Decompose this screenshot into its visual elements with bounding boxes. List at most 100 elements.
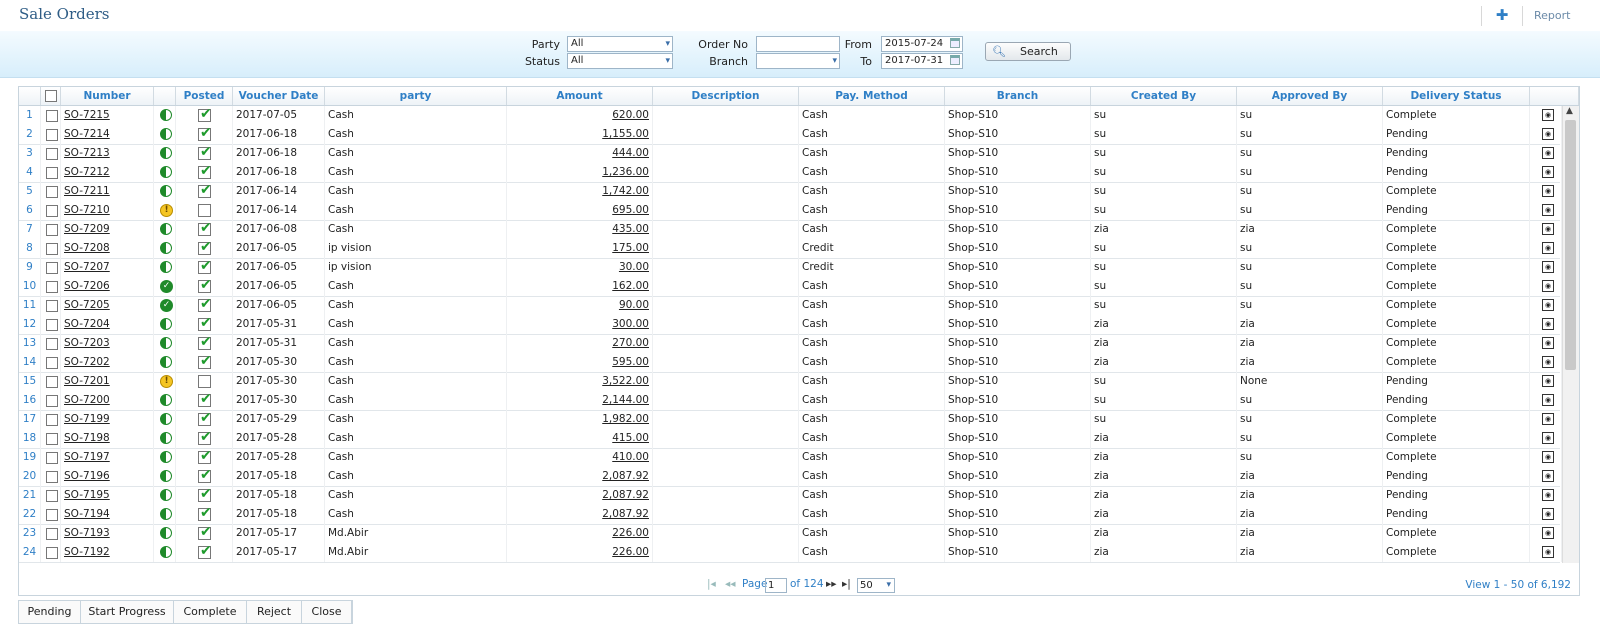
order-number-link[interactable]: SO-7196 (64, 470, 110, 482)
table-row[interactable]: 4 SO-7212 ✔ 2017-06-18 Cash 1,236.00 Cash Shop-… (19, 163, 1562, 183)
calendar-icon[interactable] (950, 55, 960, 65)
table-row[interactable]: 18 SO-7198 ✔ 2017-05-28 Cash 415.00 Cash Shop-S… (19, 429, 1562, 449)
header-approved-by[interactable]: Approved By (1237, 87, 1383, 105)
row-checkbox[interactable] (46, 110, 58, 122)
row-checkbox[interactable] (46, 186, 58, 198)
row-checkbox[interactable] (46, 471, 58, 483)
header-pay-method[interactable]: Pay. Method (799, 87, 945, 105)
view-icon[interactable]: ◉ (1542, 280, 1554, 292)
posted-checkbox[interactable]: ✔ (198, 505, 212, 521)
posted-checkbox[interactable]: ✔ (198, 448, 212, 464)
posted-checkbox[interactable] (198, 204, 211, 217)
view-icon[interactable]: ◉ (1542, 508, 1554, 520)
row-checkbox[interactable] (46, 376, 58, 388)
vertical-scrollbar[interactable]: ▲ (1562, 106, 1579, 563)
posted-checkbox[interactable]: ✔ (198, 524, 212, 540)
posted-checkbox[interactable]: ✔ (198, 315, 212, 331)
row-checkbox[interactable] (46, 319, 58, 331)
view-icon[interactable]: ◉ (1542, 470, 1554, 482)
order-number-link[interactable]: SO-7201 (64, 375, 110, 387)
order-number-link[interactable]: SO-7214 (64, 128, 110, 140)
order-number-link[interactable]: SO-7215 (64, 109, 110, 121)
row-checkbox[interactable] (46, 224, 58, 236)
order-number-link[interactable]: SO-7205 (64, 299, 110, 311)
table-row[interactable]: 20 SO-7196 ✔ 2017-05-18 Cash 2,087.92 Cash Shop… (19, 467, 1562, 487)
complete-button[interactable]: Complete (174, 601, 247, 623)
posted-checkbox[interactable]: ✔ (198, 353, 212, 369)
amount-link[interactable]: 2,087.92 (602, 489, 649, 501)
posted-checkbox[interactable]: ✔ (198, 106, 212, 122)
posted-checkbox[interactable]: ✔ (198, 125, 212, 141)
amount-link[interactable]: 175.00 (612, 242, 649, 254)
amount-link[interactable]: 435.00 (612, 223, 649, 235)
posted-checkbox[interactable]: ✔ (198, 144, 212, 160)
amount-link[interactable]: 270.00 (612, 337, 649, 349)
amount-link[interactable]: 2,087.92 (602, 470, 649, 482)
table-row[interactable]: 6 SO-7210! 2017-06-14 Cash 695.00 Cash Shop-S1… (19, 201, 1562, 221)
view-icon[interactable]: ◉ (1542, 337, 1554, 349)
table-row[interactable]: 8 SO-7208 ✔ 2017-06-05 ip vision 175.00 Credit… (19, 239, 1562, 259)
table-row[interactable]: 17 SO-7199 ✔ 2017-05-29 Cash 1,982.00 Cash Shop… (19, 410, 1562, 430)
row-checkbox[interactable] (46, 395, 58, 407)
row-checkbox[interactable] (46, 338, 58, 350)
view-icon[interactable]: ◉ (1542, 527, 1554, 539)
amount-link[interactable]: 595.00 (612, 356, 649, 368)
report-button[interactable]: Report (1534, 9, 1570, 22)
order-number-link[interactable]: SO-7199 (64, 413, 110, 425)
table-row[interactable]: 22 SO-7194 ✔ 2017-05-18 Cash 2,087.92 Cash Shop… (19, 505, 1562, 525)
row-checkbox[interactable] (46, 281, 58, 293)
order-number-link[interactable]: SO-7203 (64, 337, 110, 349)
posted-checkbox[interactable]: ✔ (198, 391, 212, 407)
scroll-up-icon[interactable]: ▲ (1566, 106, 1573, 116)
order-number-link[interactable]: SO-7193 (64, 527, 110, 539)
posted-checkbox[interactable]: ✔ (198, 334, 212, 350)
view-icon[interactable]: ◉ (1542, 261, 1554, 273)
posted-checkbox[interactable]: ✔ (198, 239, 212, 255)
header-created-by[interactable]: Created By (1091, 87, 1237, 105)
row-checkbox[interactable] (46, 129, 58, 141)
order-number-link[interactable]: SO-7202 (64, 356, 110, 368)
row-checkbox[interactable] (46, 262, 58, 274)
row-checkbox[interactable] (46, 509, 58, 521)
row-checkbox[interactable] (46, 490, 58, 502)
view-icon[interactable]: ◉ (1542, 128, 1554, 140)
amount-link[interactable]: 90.00 (619, 299, 649, 311)
table-row[interactable]: 21 SO-7195 ✔ 2017-05-18 Cash 2,087.92 Cash Shop… (19, 486, 1562, 506)
row-checkbox[interactable] (46, 300, 58, 312)
order-number-link[interactable]: SO-7200 (64, 394, 110, 406)
view-icon[interactable]: ◉ (1542, 413, 1554, 425)
posted-checkbox[interactable]: ✔ (198, 486, 212, 502)
select-all-checkbox[interactable] (45, 90, 57, 102)
view-icon[interactable]: ◉ (1542, 318, 1554, 330)
table-row[interactable]: 5 SO-7211 ✔ 2017-06-14 Cash 1,742.00 Cash Shop-… (19, 182, 1562, 202)
view-icon[interactable]: ◉ (1542, 109, 1554, 121)
table-row[interactable]: 12 SO-7204 ✔ 2017-05-31 Cash 300.00 Cash Shop-S… (19, 315, 1562, 335)
last-page-icon[interactable]: ▸| (842, 578, 851, 590)
amount-link[interactable]: 415.00 (612, 432, 649, 444)
amount-link[interactable]: 226.00 (612, 527, 649, 539)
to-date-input[interactable]: 2017-07-31 (881, 53, 963, 69)
table-row[interactable]: 10 SO-7206 ✓ ✔ 2017-06-05 Cash 162.00 Cash Shop-… (19, 277, 1562, 297)
view-icon[interactable]: ◉ (1542, 394, 1554, 406)
table-row[interactable]: 15 SO-7201! 2017-05-30 Cash 3,522.00 Cash Shop… (19, 372, 1562, 392)
view-icon[interactable]: ◉ (1542, 242, 1554, 254)
row-checkbox[interactable] (46, 357, 58, 369)
posted-checkbox[interactable]: ✔ (198, 429, 212, 445)
order-number-link[interactable]: SO-7212 (64, 166, 110, 178)
table-row[interactable]: 13 SO-7203 ✔ 2017-05-31 Cash 270.00 Cash Shop-S… (19, 334, 1562, 354)
start-progress-button[interactable]: Start Progress (81, 601, 174, 623)
amount-link[interactable]: 1,236.00 (602, 166, 649, 178)
view-icon[interactable]: ◉ (1542, 299, 1554, 311)
row-checkbox[interactable] (46, 167, 58, 179)
table-row[interactable]: 9 SO-7207 ✔ 2017-06-05 ip vision 30.00 Credit S… (19, 258, 1562, 278)
view-icon[interactable]: ◉ (1542, 166, 1554, 178)
header-amount[interactable]: Amount (507, 87, 653, 105)
amount-link[interactable]: 695.00 (612, 204, 649, 216)
posted-checkbox[interactable]: ✔ (198, 163, 212, 179)
search-button[interactable]: 🔍︎ Search (985, 42, 1071, 61)
order-number-link[interactable]: SO-7208 (64, 242, 110, 254)
table-row[interactable]: 23 SO-7193 ✔ 2017-05-17 Md.Abir 226.00 Cash Sho… (19, 524, 1562, 544)
order-number-link[interactable]: SO-7204 (64, 318, 110, 330)
order-number-link[interactable]: SO-7213 (64, 147, 110, 159)
row-checkbox[interactable] (46, 148, 58, 160)
